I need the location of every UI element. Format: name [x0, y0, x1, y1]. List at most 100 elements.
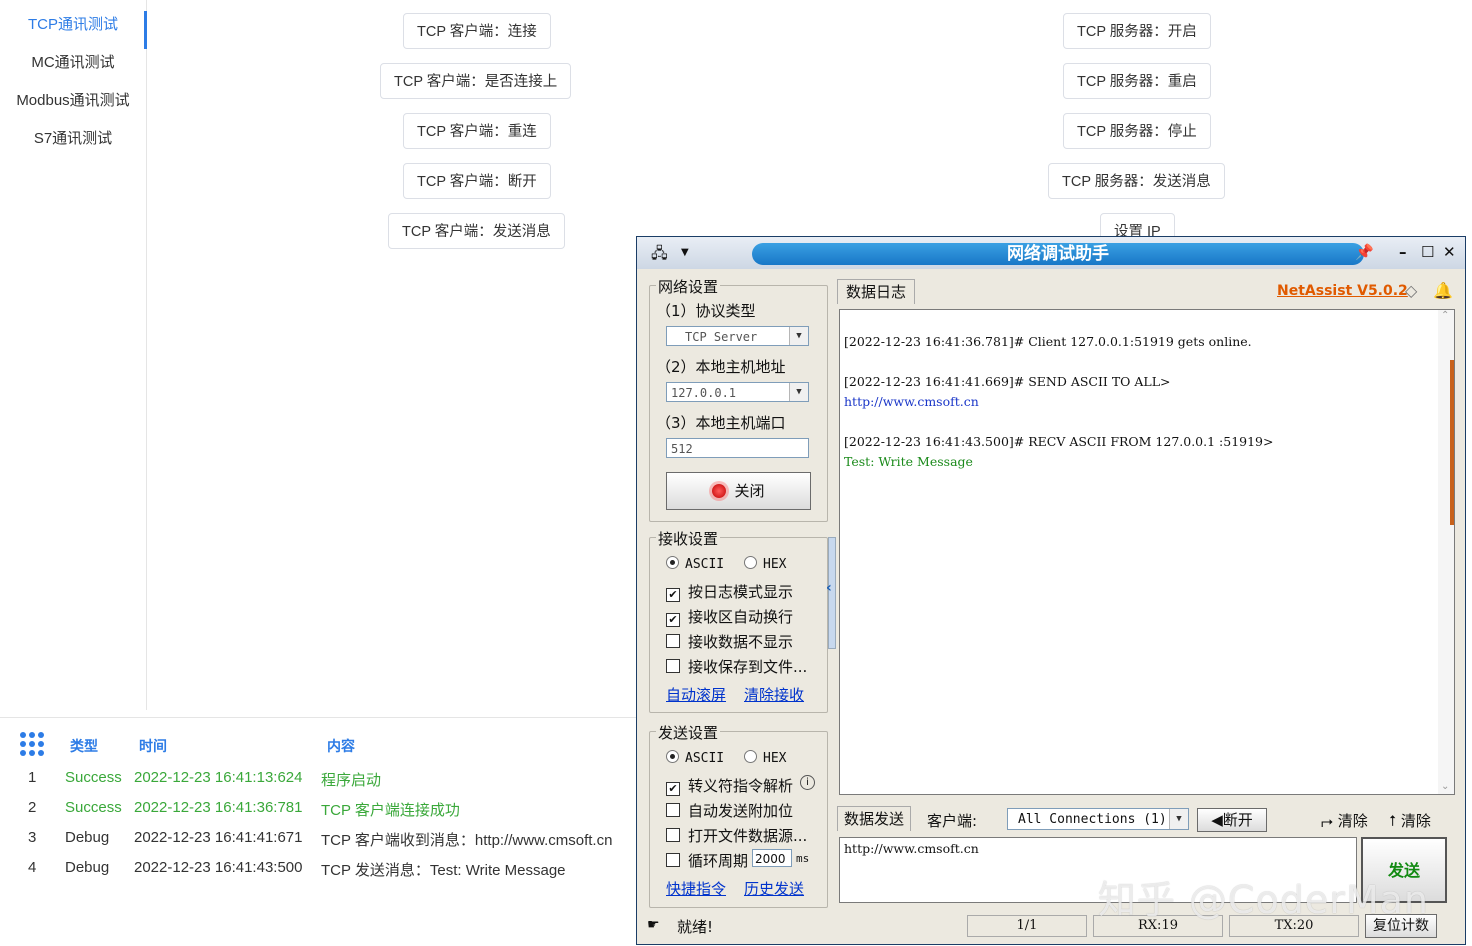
- close-icon[interactable]: ✕: [1443, 243, 1456, 261]
- log-line: http://www.cmsoft.cn: [844, 394, 979, 409]
- nav-item-s7[interactable]: S7通讯测试: [0, 120, 146, 158]
- col-header-content: 内容: [327, 738, 355, 754]
- close-connection-button[interactable]: 关闭: [666, 472, 811, 510]
- auto-append-checkbox[interactable]: 自动发送附加位: [666, 800, 793, 821]
- host-address-select[interactable]: 127.0.0.1 ▼: [666, 382, 809, 402]
- tcp-client-is-connected-button[interactable]: TCP 客户端：是否连接上: [380, 63, 572, 99]
- send-textarea[interactable]: http://www.cmsoft.cn: [839, 837, 1357, 903]
- clear-receive-link[interactable]: 清除接收: [744, 684, 804, 705]
- network-app-icon[interactable]: 🖧: [651, 243, 668, 268]
- pin-icon[interactable]: 📌: [1355, 243, 1374, 261]
- auto-scroll-link[interactable]: 自动滚屏: [666, 684, 726, 705]
- save-to-file-checkbox[interactable]: 接收保存到文件...: [666, 656, 807, 677]
- tcp-server-start-button[interactable]: TCP 服务器：开启: [1063, 13, 1211, 49]
- quick-command-link[interactable]: 快捷指令: [666, 878, 726, 899]
- collapse-arrow-icon[interactable]: ‹: [826, 580, 832, 596]
- row-content: TCP 客户端连接成功: [321, 802, 460, 819]
- hide-recv-checkbox[interactable]: 接收数据不显示: [666, 631, 793, 652]
- protocol-label: （1）协议类型: [656, 302, 756, 320]
- row-index: 3: [28, 829, 37, 846]
- chevron-down-icon[interactable]: ▼: [789, 327, 808, 345]
- row-type: Success: [65, 799, 122, 816]
- escape-parse-checkbox[interactable]: ✔ 转义符指令解析: [666, 775, 793, 796]
- tab-data-send[interactable]: 数据发送: [837, 806, 911, 831]
- log-mode-checkbox[interactable]: ✔ 按日志模式显示: [666, 581, 793, 602]
- tab-data-log[interactable]: 数据日志: [837, 279, 915, 304]
- version-link[interactable]: NetAssist V5.0.2: [1277, 283, 1408, 299]
- tcp-server-stop-button[interactable]: TCP 服务器：停止: [1063, 113, 1211, 149]
- log-line-text: [2022-12-23 16:41:41.669]# SEND ASCII TO…: [844, 374, 1171, 389]
- tcp-server-restart-button[interactable]: TCP 服务器：重启: [1063, 63, 1211, 99]
- chevron-down-icon[interactable]: ▼: [1169, 809, 1188, 829]
- left-arrow-icon: ◀: [1211, 811, 1223, 829]
- recv-ascii-radio[interactable]: ASCII: [666, 556, 724, 572]
- scrollbar-thumb[interactable]: [1450, 360, 1454, 525]
- tcp-client-connect-button[interactable]: TCP 客户端：连接: [403, 13, 551, 49]
- info-icon[interactable]: i: [800, 775, 815, 790]
- minimize-icon[interactable]: –: [1399, 243, 1407, 261]
- checkmark-icon: ✔: [666, 613, 680, 627]
- protocol-value: TCP Server: [685, 330, 758, 344]
- row-type: Debug: [65, 859, 110, 876]
- send-button[interactable]: 发送: [1361, 837, 1447, 903]
- status-bar: ☛ 就绪! 1/1 RX:19 TX:20 复位计数: [637, 911, 1465, 944]
- port-label: （3）本地主机端口: [656, 414, 786, 432]
- vertical-scrollbar[interactable]: ⌃ ⌄: [1438, 310, 1454, 794]
- window-titlebar[interactable]: 🖧 ▼ 网络调试助手 📌 – ☐ ✕: [637, 237, 1465, 269]
- tcp-server-send-button[interactable]: TCP 服务器：发送消息: [1048, 163, 1225, 199]
- red-status-icon: [712, 484, 727, 498]
- send-hex-radio[interactable]: HEX: [744, 750, 786, 766]
- host-value: 127.0.0.1: [671, 386, 737, 400]
- menu-dropdown-icon[interactable]: ▼: [681, 247, 689, 258]
- reset-count-button[interactable]: 复位计数: [1365, 914, 1437, 938]
- log-line: [2022-12-23 16:41:43.500]# RECV ASCII FR…: [844, 434, 1274, 449]
- side-nav: TCP通讯测试 MC通讯测试 Modbus通讯测试 S7通讯测试: [0, 0, 147, 710]
- checkbox-box: [666, 803, 680, 817]
- tcp-client-send-button[interactable]: TCP 客户端：发送消息: [388, 213, 565, 249]
- port-input[interactable]: 512: [666, 438, 809, 458]
- diamond-icon[interactable]: ◇: [1405, 281, 1417, 300]
- row-index: 4: [28, 859, 37, 876]
- cycle-checkbox[interactable]: 循环周期: [666, 850, 748, 871]
- clear-all-label: 清除: [1400, 812, 1431, 830]
- file-source-checkbox[interactable]: 打开文件数据源...: [666, 825, 807, 846]
- tcp-client-reconnect-button[interactable]: TCP 客户端：重连: [403, 113, 551, 149]
- clear-send-button[interactable]: ⮣ 清除: [1321, 810, 1368, 831]
- row-index: 2: [28, 799, 37, 816]
- row-time: 2022-12-23 16:41:43:500: [134, 859, 303, 876]
- connections-select[interactable]: All Connections (1) ▼: [1007, 808, 1189, 830]
- nav-item-tcp[interactable]: TCP通讯测试: [0, 6, 147, 49]
- disconnect-button[interactable]: ◀断开: [1197, 808, 1267, 832]
- send-ascii-label: ASCII: [685, 751, 725, 766]
- network-settings-title: 网络设置: [656, 276, 721, 297]
- clear-send-label: 清除: [1337, 812, 1368, 830]
- nav-item-mc[interactable]: MC通讯测试: [0, 44, 146, 82]
- send-ascii-radio[interactable]: ASCII: [666, 750, 724, 766]
- chevron-down-icon[interactable]: ▼: [789, 383, 808, 401]
- log-line-text: [2022-12-23 16:41:43.500]# RECV ASCII FR…: [844, 434, 1274, 449]
- radio-icon: [744, 556, 757, 569]
- cycle-period-input[interactable]: 2000: [752, 849, 792, 867]
- grid-menu-icon[interactable]: [20, 732, 46, 758]
- tcp-client-disconnect-button[interactable]: TCP 客户端：断开: [403, 163, 551, 199]
- log-mode-label: 按日志模式显示: [688, 583, 794, 601]
- scroll-down-icon[interactable]: ⌄: [1441, 781, 1449, 792]
- protocol-select[interactable]: TCP Server ▼: [666, 326, 809, 346]
- recv-hex-radio[interactable]: HEX: [744, 556, 786, 572]
- table-row: 2 Success 2022-12-23 16:41:36:781 TCP 客户…: [0, 794, 640, 824]
- port-value: 512: [671, 442, 693, 456]
- checkmark-icon: ✔: [666, 782, 680, 796]
- cycle-label: 循环周期: [688, 852, 749, 870]
- auto-wrap-checkbox[interactable]: ✔ 接收区自动换行: [666, 606, 793, 627]
- recv-hex-label: HEX: [763, 557, 787, 572]
- checkbox-box: [666, 828, 680, 842]
- scroll-up-icon[interactable]: ⌃: [1441, 310, 1449, 321]
- receive-log-pane[interactable]: [2022-12-23 16:41:36.781]# Client 127.0.…: [839, 309, 1455, 795]
- clear-all-button[interactable]: ⭡ 清除: [1389, 810, 1431, 831]
- bell-icon[interactable]: 🔔: [1433, 281, 1453, 300]
- maximize-icon[interactable]: ☐: [1421, 243, 1434, 261]
- history-send-link[interactable]: 历史发送: [744, 878, 804, 899]
- auto-append-label: 自动发送附加位: [688, 802, 794, 820]
- nav-item-modbus[interactable]: Modbus通讯测试: [0, 82, 146, 120]
- row-type: Debug: [65, 829, 110, 846]
